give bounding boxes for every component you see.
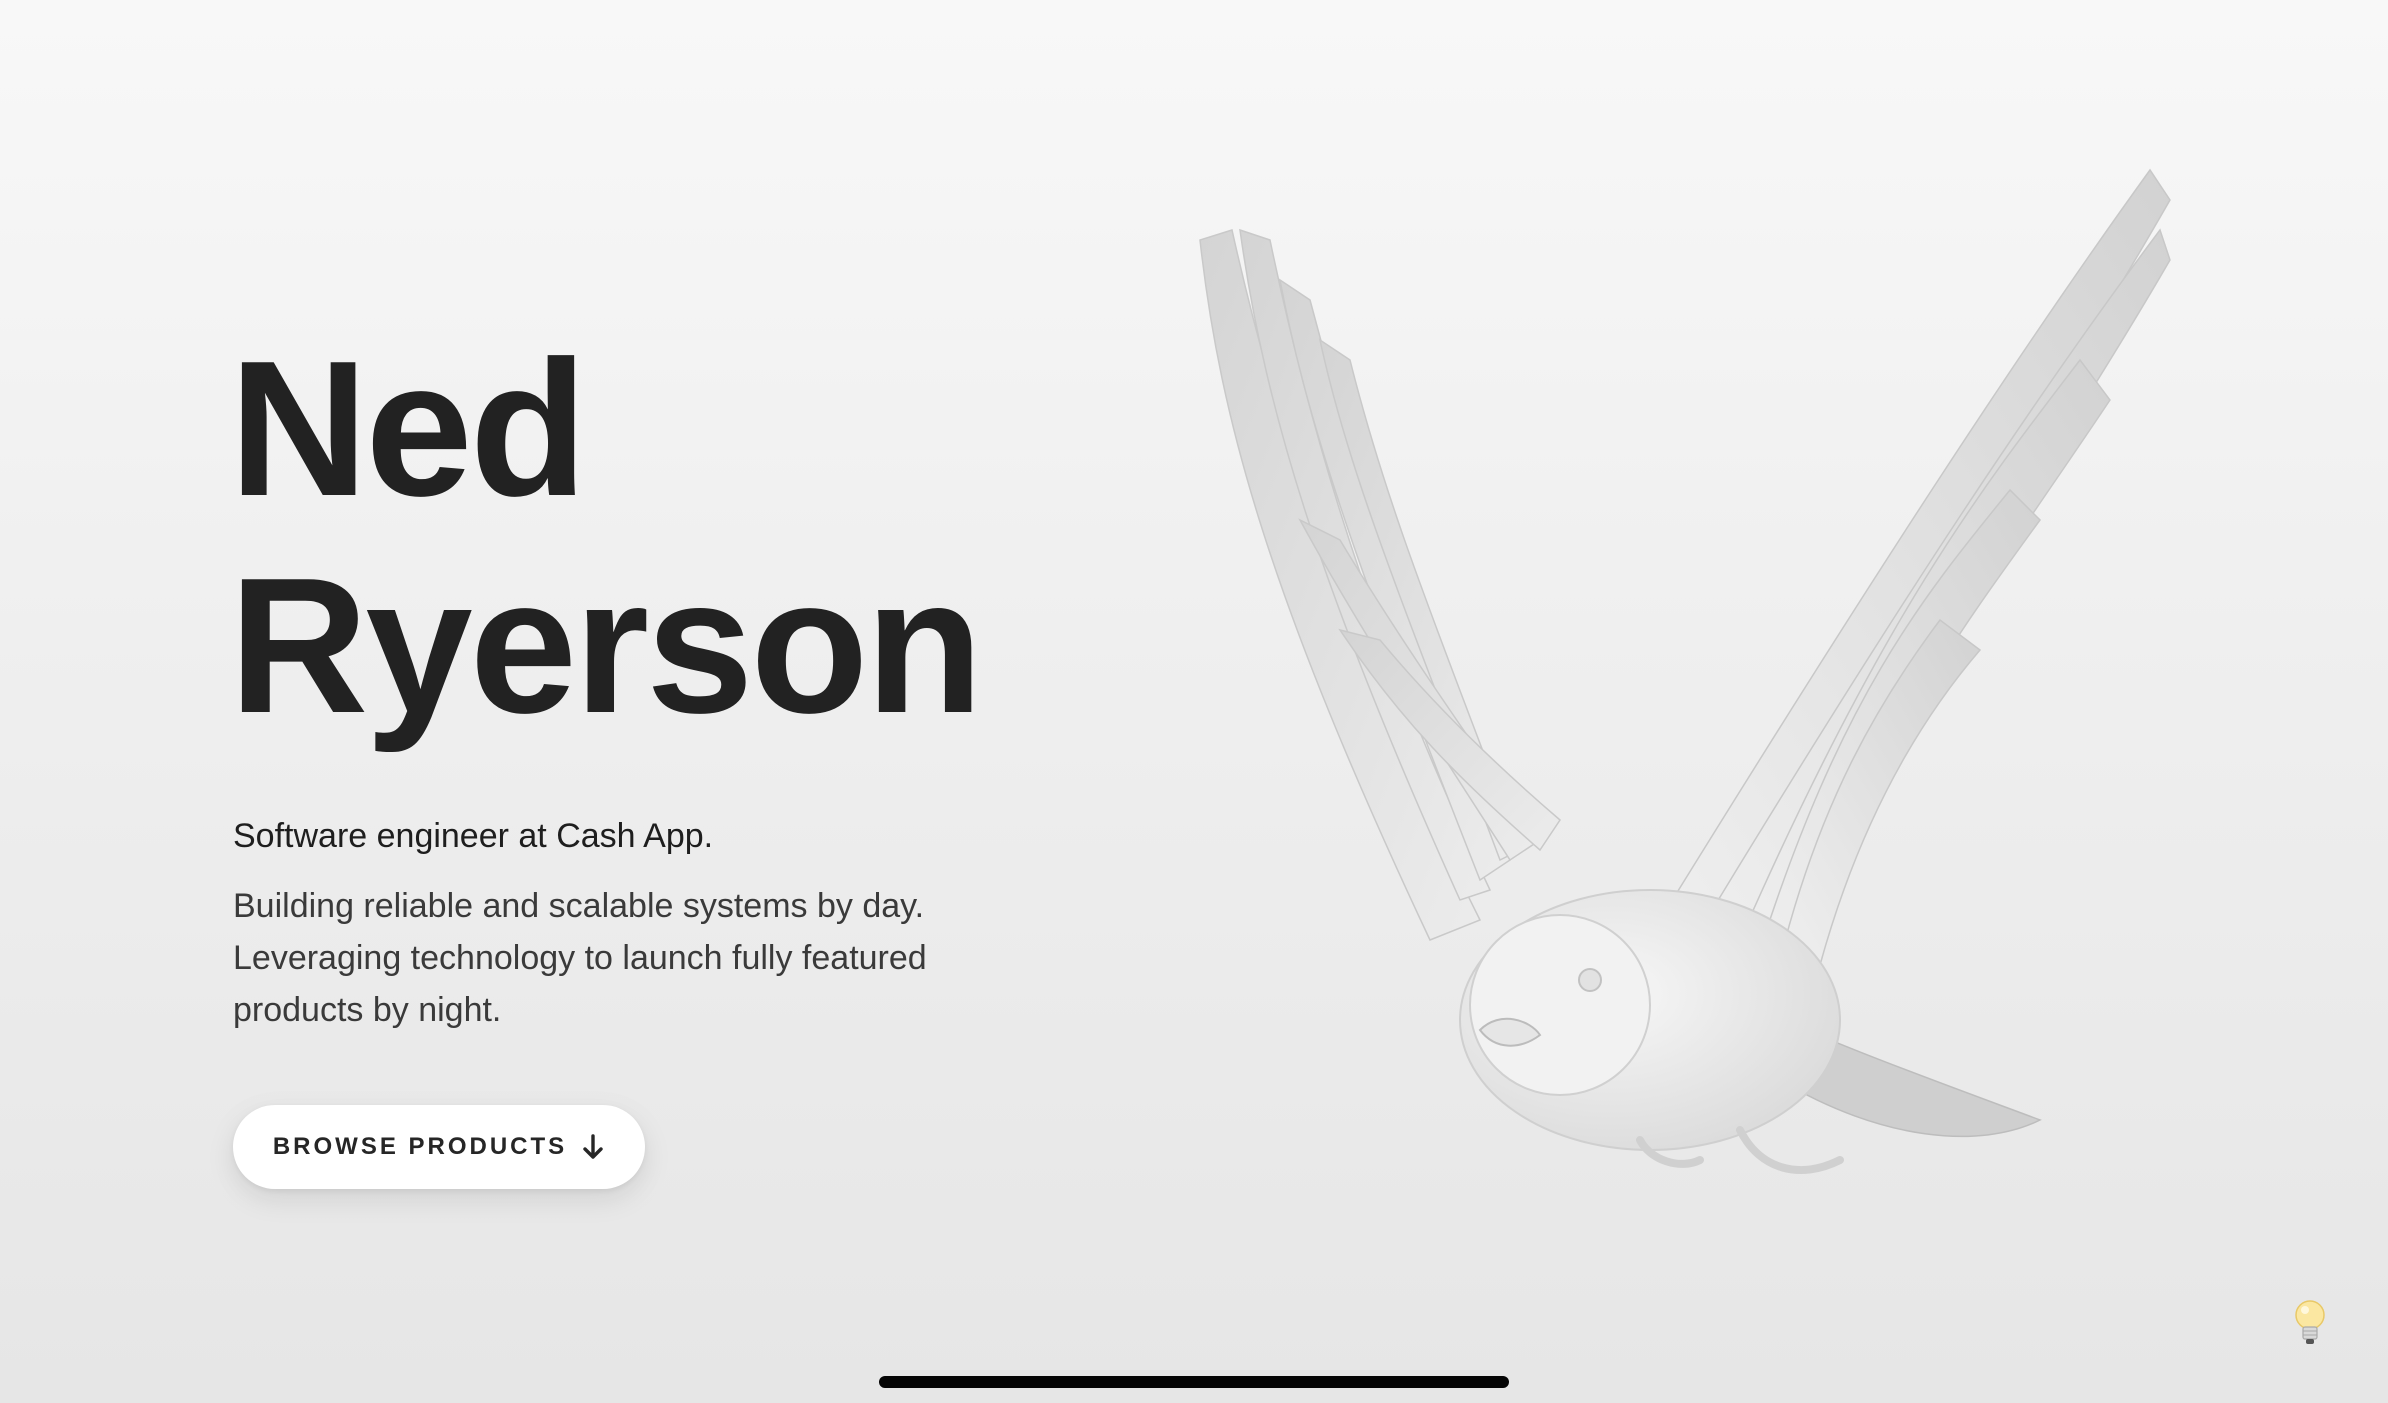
bird-eye — [1578, 968, 1602, 992]
hero-subtitle: Software engineer at Cash App. — [233, 817, 714, 855]
hero-name-last: Ryerson — [229, 537, 983, 753]
hero-name: Ned Ryerson — [229, 320, 983, 754]
browse-products-button[interactable]: BROWSE PRODUCTS — [233, 1105, 645, 1189]
hero-name-first: Ned — [229, 320, 588, 536]
bird-head — [1469, 914, 1651, 1096]
arrow-down-icon — [581, 1133, 605, 1161]
description-line-1: Building reliable and scalable systems b… — [233, 887, 925, 925]
bird-illustration — [1199, 168, 2171, 1174]
browse-products-label: BROWSE PRODUCTS — [272, 1133, 568, 1160]
description-line-3: products by night. — [233, 991, 502, 1029]
lightbulb-icon[interactable] — [2292, 1298, 2328, 1350]
hero-description: Building reliable and scalable systems b… — [233, 880, 1013, 1036]
home-indicator[interactable] — [879, 1376, 1509, 1388]
description-line-2: Leveraging technology to launch fully fe… — [233, 939, 927, 977]
right-wing — [1658, 168, 2171, 966]
left-wing — [1199, 228, 1561, 941]
